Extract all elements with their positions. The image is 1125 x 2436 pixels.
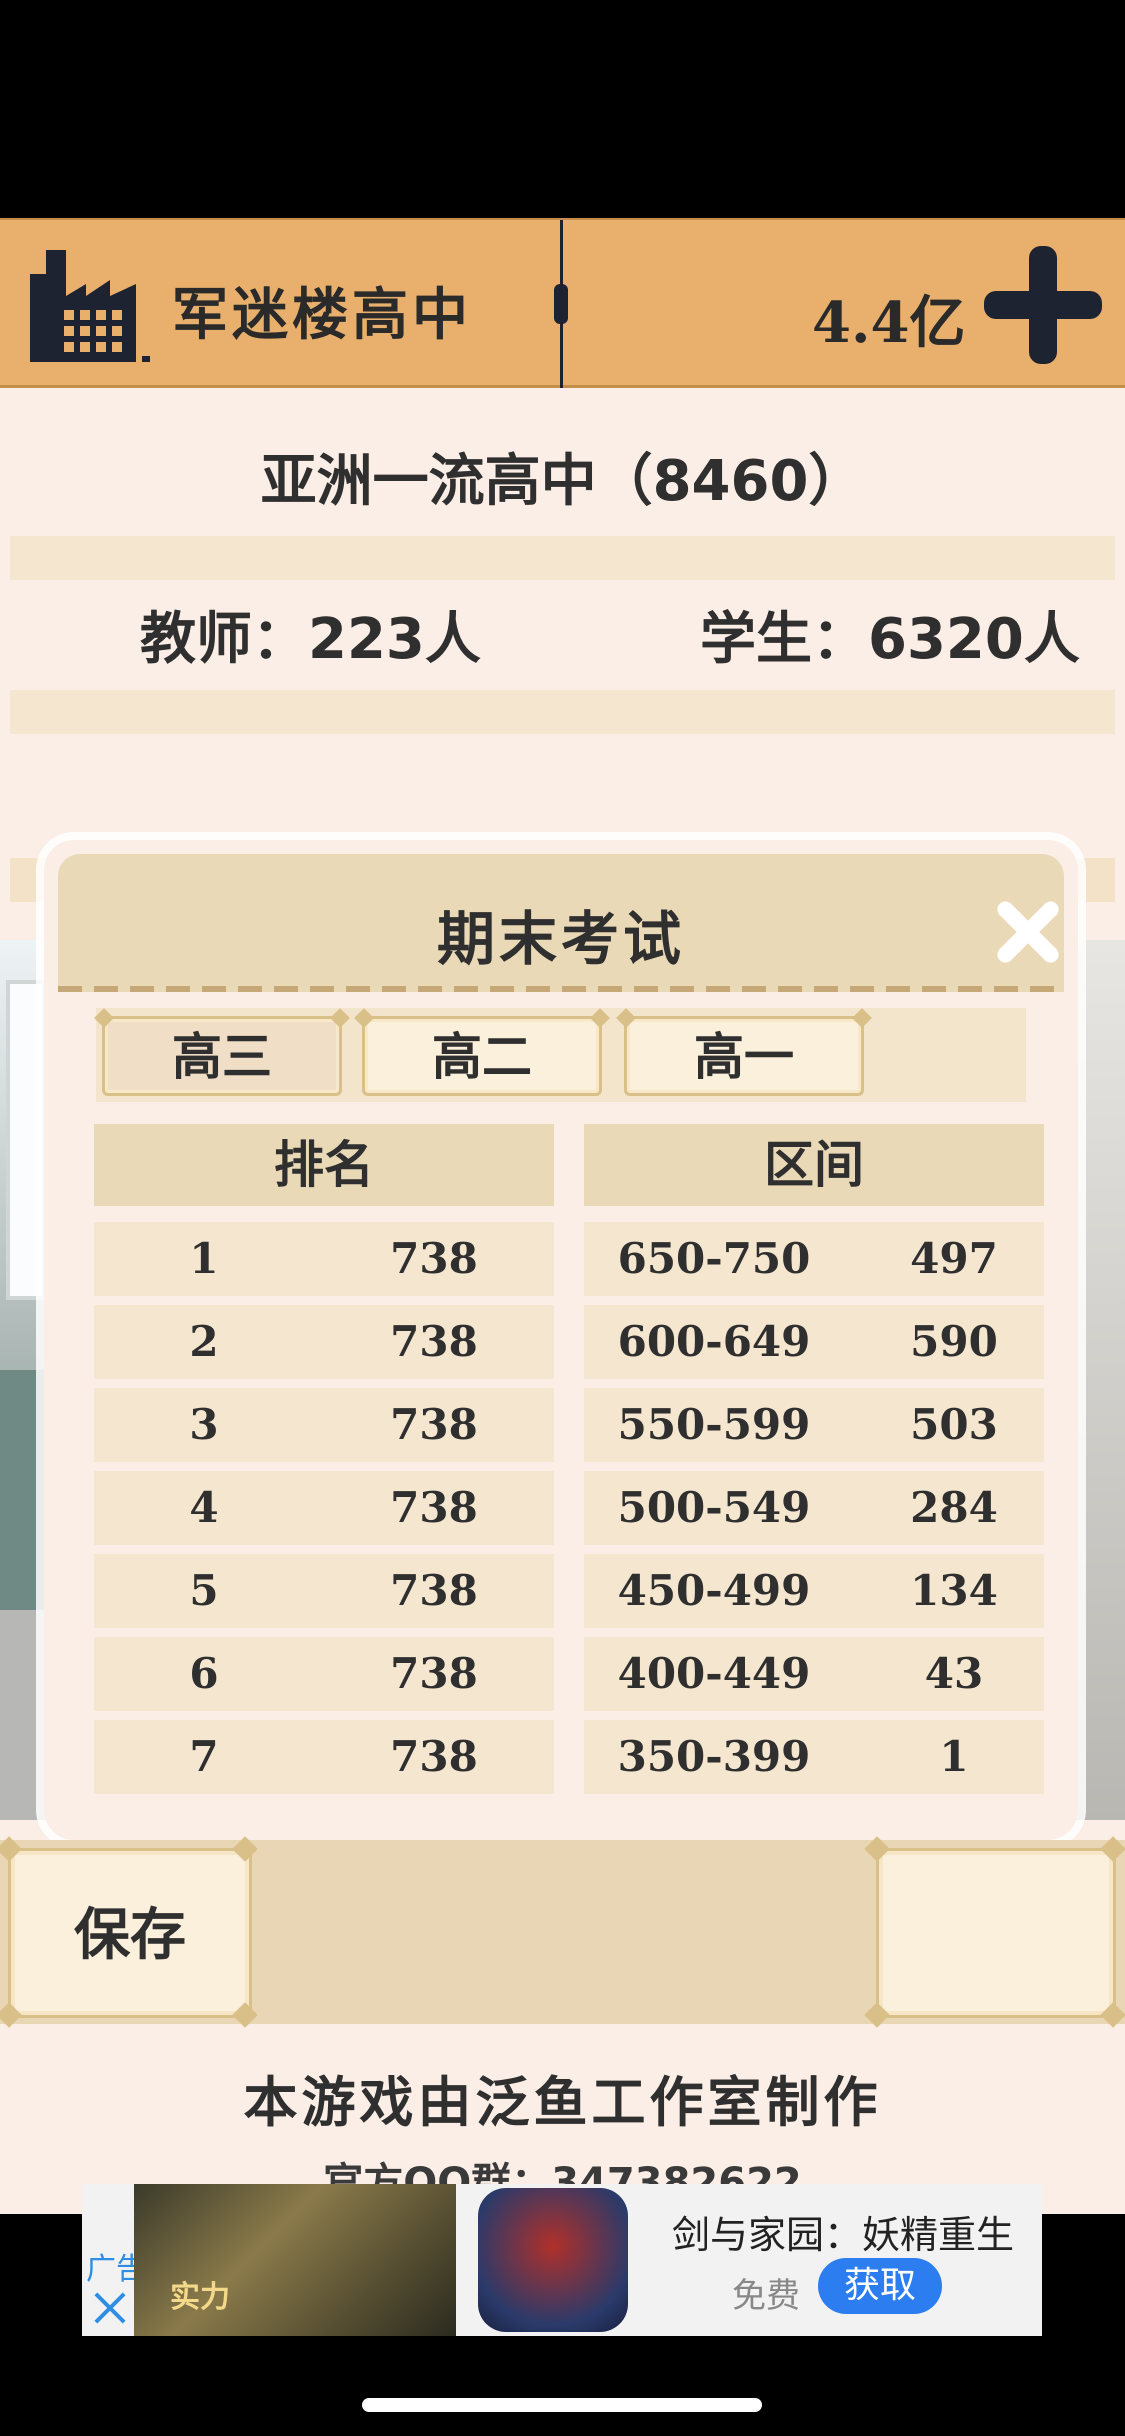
school-rank-title: 亚洲一流高中（8460） [260, 449, 865, 514]
range-row: 650-750 497 [584, 1222, 1044, 1296]
rank-number: 3 [189, 1400, 219, 1449]
rank-row: 4 738 [94, 1471, 554, 1545]
ad-image[interactable]: 实力 [134, 2184, 456, 2336]
plus-icon-vertical [1029, 246, 1057, 364]
score-range: 550-599 [617, 1400, 811, 1449]
studio-credit: 本游戏由泛鱼工作室制作 [243, 2071, 882, 2134]
rank-row: 5 738 [94, 1554, 554, 1628]
range-count: 497 [910, 1234, 998, 1283]
divider-stripe [10, 536, 1115, 580]
score-range: 500-549 [617, 1483, 811, 1532]
rank-score: 738 [390, 1566, 478, 1615]
divider-handle [554, 284, 568, 324]
rank-number: 5 [189, 1566, 219, 1615]
rank-score: 738 [390, 1649, 478, 1698]
top-bar: 军迷楼高中 4.4亿 [0, 218, 1125, 390]
school-building-icon [30, 250, 150, 362]
range-row: 500-549 284 [584, 1471, 1044, 1545]
rank-score: 738 [390, 1317, 478, 1366]
window-illustration [6, 980, 46, 1300]
action-bar: 保存 [0, 1836, 1125, 2028]
range-column-header: 区间 [584, 1124, 1044, 1206]
tab-grade-1[interactable]: 高一 [624, 1016, 864, 1096]
score-range: 400-449 [617, 1649, 811, 1698]
ad-app-icon[interactable] [478, 2188, 628, 2332]
rank-number: 7 [189, 1732, 219, 1781]
range-count: 134 [910, 1566, 998, 1615]
ad-price: 免费 [732, 2276, 800, 2316]
range-row: 450-499 134 [584, 1554, 1044, 1628]
rank-row: 3 738 [94, 1388, 554, 1462]
rank-number: 1 [189, 1234, 219, 1283]
ad-banner[interactable]: 广告 实力 剑与家园：妖精重生 免费 获取 [82, 2184, 1042, 2336]
ad-get-button[interactable]: 获取 [818, 2258, 942, 2314]
tab-grade-3[interactable]: 高三 [102, 1016, 342, 1096]
range-count: 503 [910, 1400, 998, 1449]
range-row: 400-449 43 [584, 1637, 1044, 1711]
rank-row: 1 738 [94, 1222, 554, 1296]
rank-row: 2 738 [94, 1305, 554, 1379]
teacher-count: 教师：223人 [140, 607, 481, 672]
rank-column-header: 排名 [94, 1124, 554, 1206]
add-money-button[interactable] [984, 246, 1102, 364]
divider-stripe [10, 690, 1115, 734]
ad-image-text: 实力 [170, 2280, 230, 2315]
score-range: 600-649 [617, 1317, 811, 1366]
rank-score: 738 [390, 1483, 478, 1532]
student-count: 学生：6320人 [700, 607, 1080, 672]
range-count: 590 [910, 1317, 998, 1366]
ad-app-name: 剑与家园：妖精重生 [672, 2213, 1015, 2257]
save-button[interactable]: 保存 [8, 1848, 252, 2018]
rank-number: 4 [189, 1483, 219, 1532]
rank-row: 7 738 [94, 1720, 554, 1794]
ad-close-button[interactable] [90, 2290, 126, 2326]
range-count: 43 [924, 1649, 984, 1698]
score-range: 450-499 [617, 1566, 811, 1615]
range-row: 350-399 1 [584, 1720, 1044, 1794]
score-range: 350-399 [617, 1732, 811, 1781]
range-count: 1 [939, 1732, 969, 1781]
rank-number: 6 [189, 1649, 219, 1698]
score-range: 650-750 [617, 1234, 811, 1283]
dialog-title: 期末考试 [436, 905, 685, 973]
rank-row: 6 738 [94, 1637, 554, 1711]
final-exam-dialog: 期末考试 高三 高二 高一 排名 区间 1 738 2 738 3 738 4 738 5 738… [44, 840, 1078, 1840]
range-row: 600-649 590 [584, 1305, 1044, 1379]
rank-score: 738 [390, 1732, 478, 1781]
school-name: 军迷楼高中 [172, 283, 472, 348]
rank-score: 738 [390, 1234, 478, 1283]
home-indicator[interactable] [362, 2398, 762, 2412]
rank-number: 2 [189, 1317, 219, 1366]
range-count: 284 [910, 1483, 998, 1532]
dashed-divider [58, 986, 1064, 992]
money-amount: 4.4亿 [812, 290, 966, 356]
blank-action-button[interactable] [876, 1848, 1116, 2018]
range-row: 550-599 503 [584, 1388, 1044, 1462]
dialog-header: 期末考试 [58, 854, 1064, 992]
tab-grade-2[interactable]: 高二 [362, 1016, 602, 1096]
rank-score: 738 [390, 1400, 478, 1449]
close-button[interactable] [988, 894, 1064, 970]
